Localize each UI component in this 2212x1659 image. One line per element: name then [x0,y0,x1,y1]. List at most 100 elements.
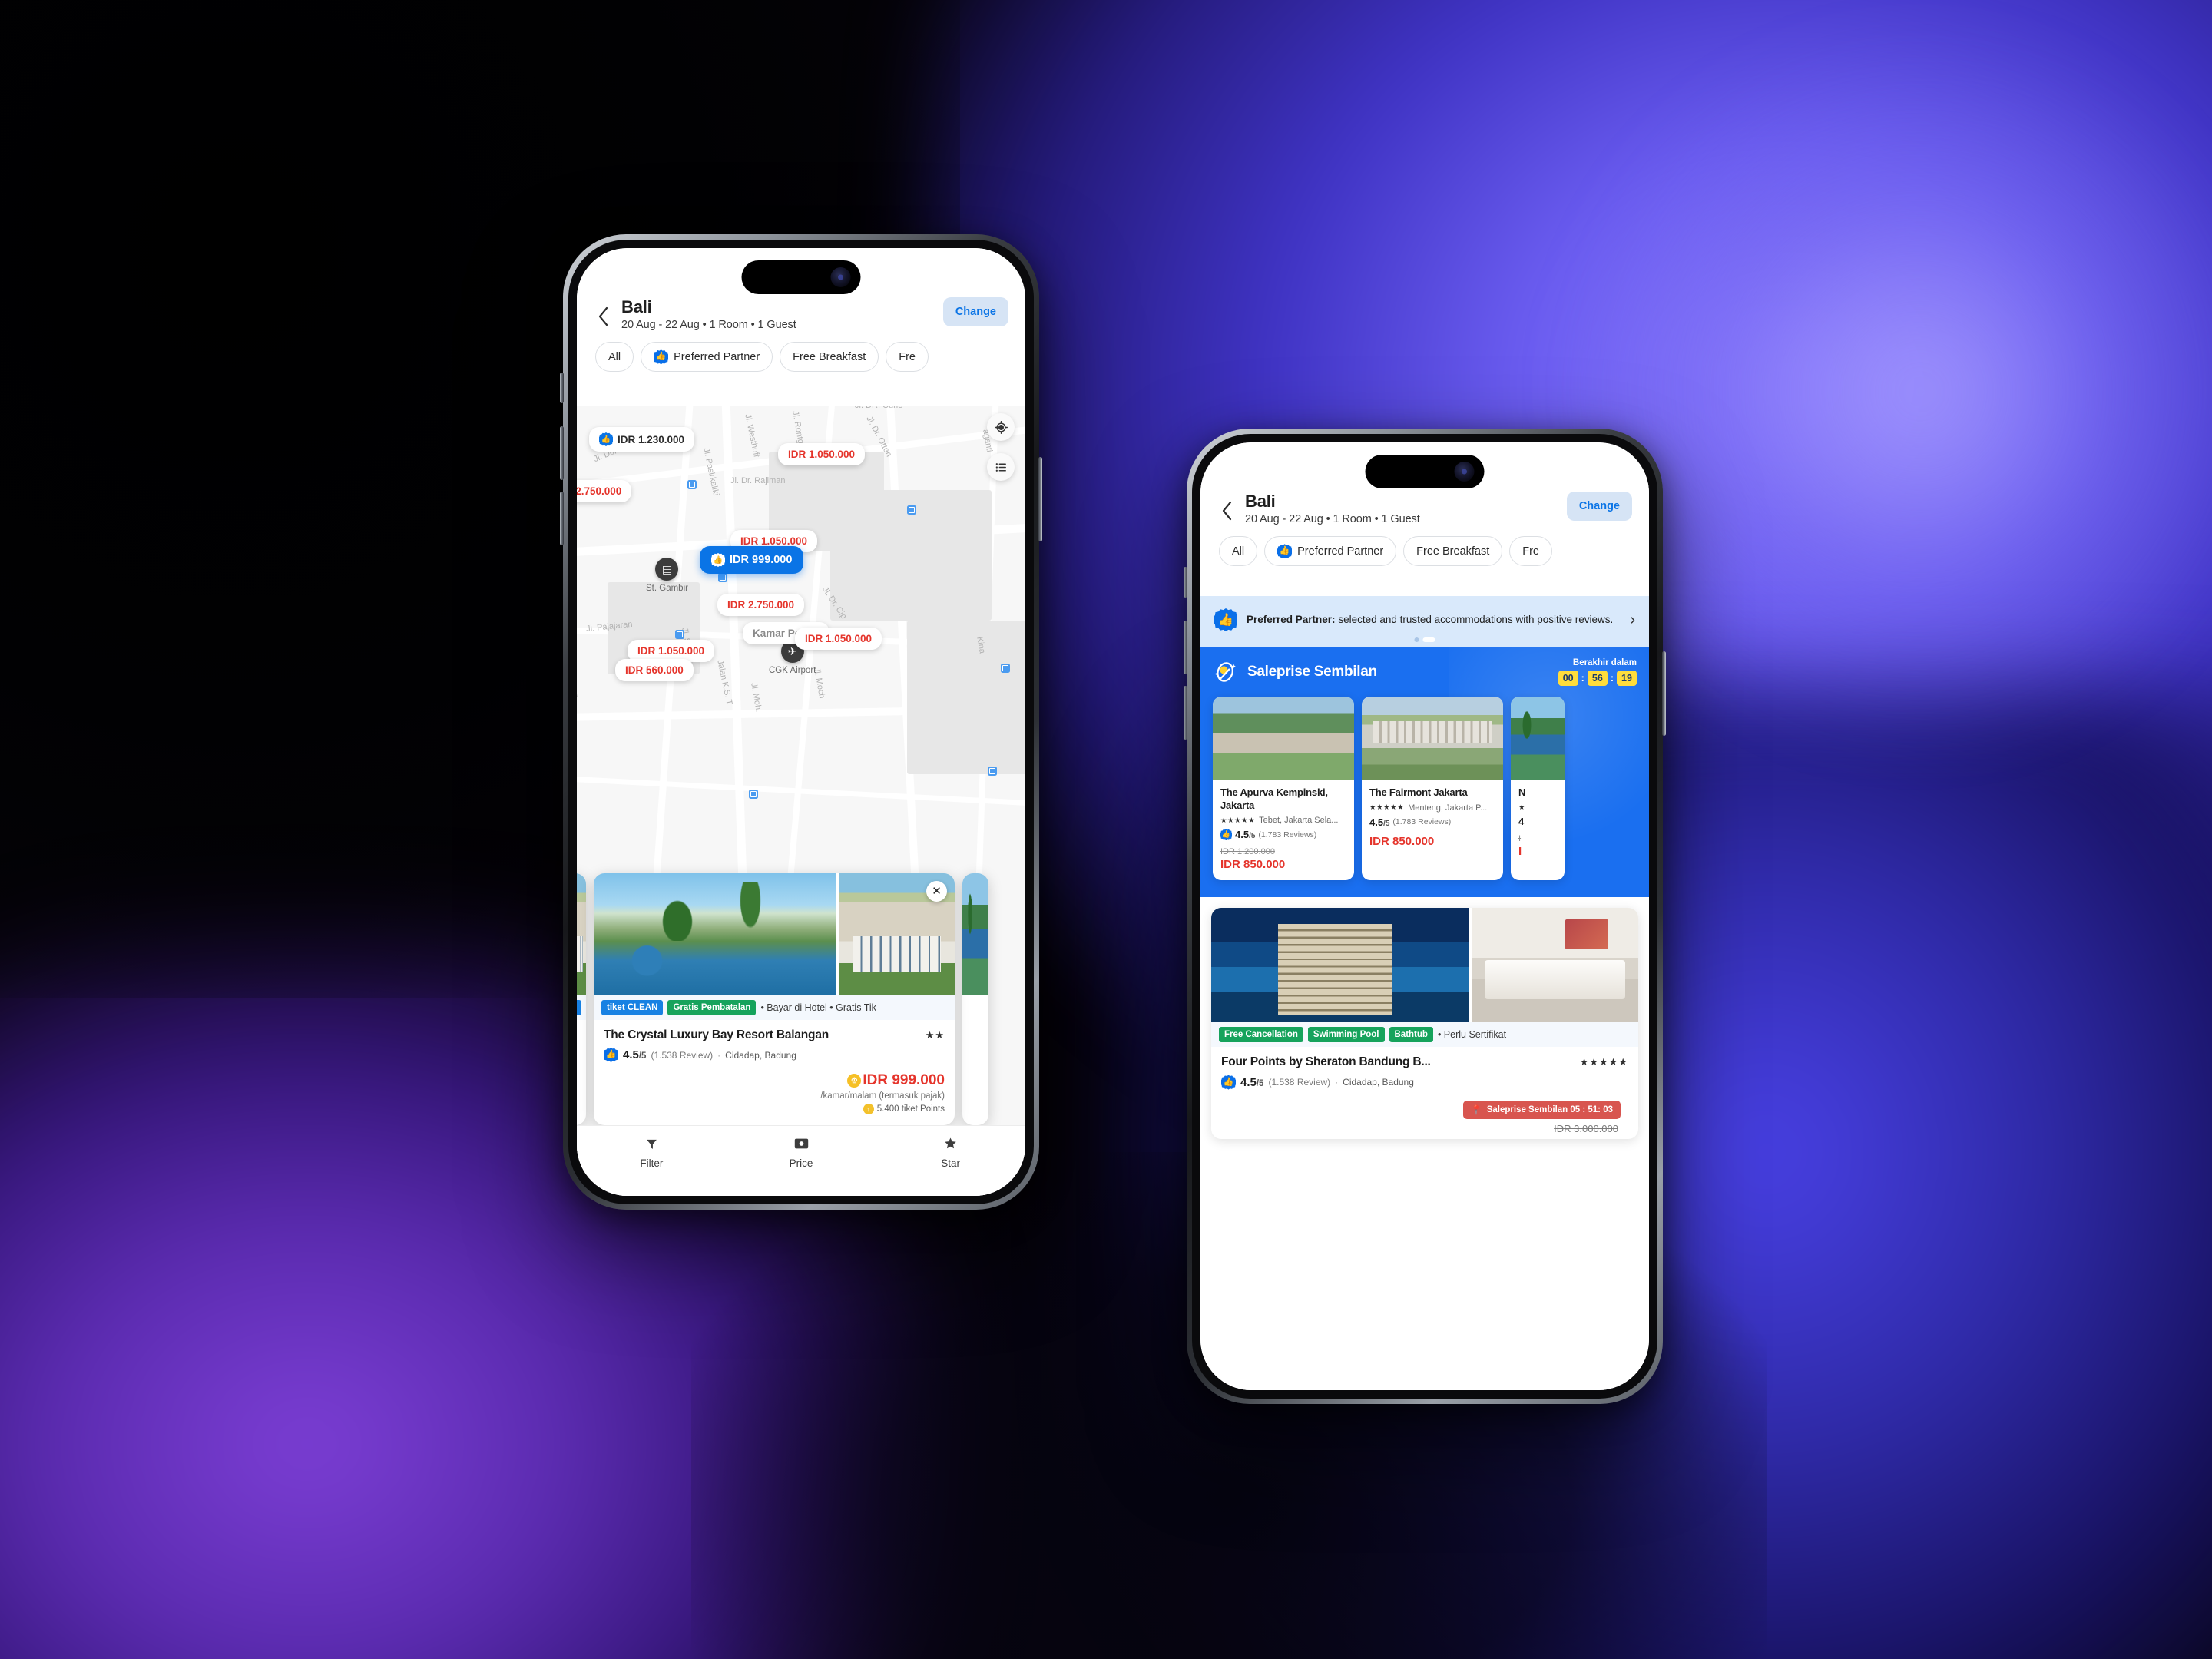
saleprise-card-partial[interactable]: N ★ 4 I I [1511,697,1565,881]
front-camera-icon [1454,462,1475,482]
map-canvas[interactable]: Jl. DR. Curie Jl. Dursasana Jl. Pasirkal… [577,406,1025,1196]
chip-free-partial[interactable]: Fre [1509,536,1552,567]
timer-hours: 00 [1558,671,1578,686]
change-button[interactable]: Change [1566,492,1632,521]
hotel-price-note: /kamar/malam (termasuk pajak) [820,1091,945,1101]
hotel-photo-gallery[interactable]: ✕ [594,873,955,995]
map-price-pin-selected[interactable]: 👍 IDR 999.000 [700,546,804,574]
chip-preferred-partner[interactable]: 👍 Preferred Partner [1264,536,1397,567]
saleprise-card[interactable]: The Apurva Kempinski, Jakarta ★★★★★ Tebe… [1213,697,1354,881]
saleprise-title: Saleprise Sembilan [1247,664,1377,680]
crown-icon: ♔ [847,1074,862,1088]
map-price-pin[interactable]: IDR 1.050.000 [778,443,866,465]
chip-free-breakfast[interactable]: Free Breakfast [1403,536,1503,567]
map-price-pin[interactable]: DR 2.750.000 [577,480,632,502]
power-button[interactable] [1038,457,1042,541]
screen-2: Bali 20 Aug - 22 Aug • 1 Room • 1 Guest … [1200,442,1649,1390]
chip-free-breakfast[interactable]: Free Breakfast [780,342,879,373]
volume-up-button[interactable] [1184,621,1187,674]
toolbar-star-label: Star [941,1157,961,1169]
hotel-location: Cidadap, Badung [725,1049,796,1061]
chip-label: Fre [1522,545,1539,558]
filter-chip-row[interactable]: All 👍 Preferred Partner Free Breakfast F… [595,331,1008,382]
preferred-partner-text: Preferred Partner: selected and trusted … [1247,612,1621,628]
hotel-card-carousel[interactable]: t ✕ tiket CLEAN Gratis Pembatalan • Baya… [577,873,1025,1125]
chip-label: Free Breakfast [793,350,866,363]
saleprise-ribbon-label: Saleprise Sembilan 05 : 51: 03 [1486,1104,1613,1114]
hotel-tags: Free Cancellation Swimming Pool Bathtub … [1211,1022,1638,1048]
hotel-location: Menteng, Jakarta P... [1408,803,1488,813]
tag-bathtub: Bathtub [1389,1027,1433,1043]
filter-chip-row[interactable]: All 👍 Preferred Partner Free Breakfast F… [1219,525,1632,576]
search-summary: 20 Aug - 22 Aug • 1 Room • 1 Guest [621,319,796,332]
locate-icon[interactable] [987,413,1015,441]
tag-tiket-clean: tiket CLEAN [601,999,664,1015]
close-icon[interactable]: ✕ [926,880,947,902]
phone-list-view: Bali 20 Aug - 22 Aug • 1 Room • 1 Guest … [1184,429,1666,1404]
preferred-partner-body: selected and trusted accommodations with… [1335,614,1614,626]
bottom-toolbar[interactable]: Filter Price Star [577,1125,1025,1196]
hotel-price: IDR 850.000 [1220,858,1286,872]
bus-stop-icon [718,573,727,582]
chip-all[interactable]: All [595,342,634,373]
hotel-price-old: I [1518,833,1522,843]
saleprise-card-carousel[interactable]: The Apurva Kempinski, Jakarta ★★★★★ Tebe… [1200,686,1649,881]
hotel-card[interactable]: ✕ tiket CLEAN Gratis Pembatalan • Bayar … [594,873,955,1125]
dot-active[interactable] [1422,637,1435,642]
map-price-pin[interactable]: IDR 1.050.000 [795,628,882,650]
silent-switch[interactable] [560,373,564,403]
hotel-points: 5.400 tiket Points [876,1104,945,1114]
back-button[interactable] [1217,498,1237,524]
hotel-name: Four Points by Sheraton Bandung B... [1221,1055,1431,1069]
train-icon: ▤ [655,558,679,581]
list-icon[interactable] [987,453,1015,481]
preferred-partner-badge-icon: 👍 [654,349,669,365]
toolbar-price[interactable]: Price [727,1135,876,1169]
carousel-dots[interactable] [1414,637,1435,642]
content-scroll[interactable]: 👍 Preferred Partner: selected and truste… [1200,596,1649,1390]
chip-all[interactable]: All [1219,536,1258,567]
chip-preferred-partner[interactable]: 👍 Preferred Partner [641,342,773,373]
silent-switch[interactable] [1184,567,1187,598]
hotel-rating-value: 4.5/5 [1240,1075,1264,1089]
timer-label: Berakhir dalam [1572,658,1637,667]
chevron-right-icon[interactable]: › [1630,611,1635,629]
screen-1: Jl. DR. Curie Jl. Dursasana Jl. Pasirkal… [577,248,1025,1196]
hotel-rating-value: 4.5/5 [1235,829,1256,841]
hotel-price-old: IDR 1.200.000 [1220,847,1275,857]
poi-station[interactable]: ▤ St. Gambir [646,558,688,593]
volume-up-button[interactable] [560,426,564,480]
map-price-pin[interactable]: IDR 560.000 [615,659,694,681]
toolbar-star[interactable]: Star [876,1135,1025,1169]
bus-stop-icon [749,790,758,799]
saleprise-card[interactable]: The Fairmont Jakarta ★★★★★ Menteng, Jaka… [1362,697,1503,881]
back-button[interactable] [594,303,614,329]
power-button[interactable] [1662,651,1666,736]
hotel-photo [577,873,586,995]
toolbar-filter[interactable]: Filter [577,1135,727,1169]
preferred-partner-badge-icon: 👍 [599,432,613,446]
map-pin-label: IDR 1.050.000 [788,449,856,460]
timer-seconds: 19 [1617,671,1637,686]
chip-free-partial[interactable]: Fre [886,342,929,373]
hotel-card-next[interactable] [962,873,988,1125]
map-pin-label: IDR 560.000 [625,664,684,676]
preferred-partner-banner[interactable]: 👍 Preferred Partner: selected and truste… [1200,596,1649,647]
map-price-pin[interactable]: 👍 IDR 1.230.000 [589,427,695,452]
saleprise-timer: Berakhir dalam 00 : 56 : 19 [1558,658,1637,686]
volume-down-button[interactable] [560,492,564,545]
volume-down-button[interactable] [1184,686,1187,740]
dot[interactable] [1414,637,1419,642]
background [0,0,2212,1659]
hotel-review-count: (1.538 Review) [651,1049,714,1061]
poi-label: St. Gambir [646,584,688,593]
filter-icon [577,1135,727,1152]
street-label: Jl. DR. Curie [855,406,903,410]
hotel-rating-value: 4.5/5 [623,1048,647,1061]
hotel-card-previous[interactable]: t [577,873,586,1125]
hotel-list-card[interactable]: Free Cancellation Swimming Pool Bathtub … [1211,908,1638,1139]
change-button[interactable]: Change [942,297,1008,326]
saleprise-ribbon: 📍 Saleprise Sembilan 05 : 51: 03 [1462,1100,1621,1119]
hotel-photo-gallery[interactable] [1211,908,1638,1022]
map-price-pin[interactable]: IDR 2.750.000 [717,594,805,616]
